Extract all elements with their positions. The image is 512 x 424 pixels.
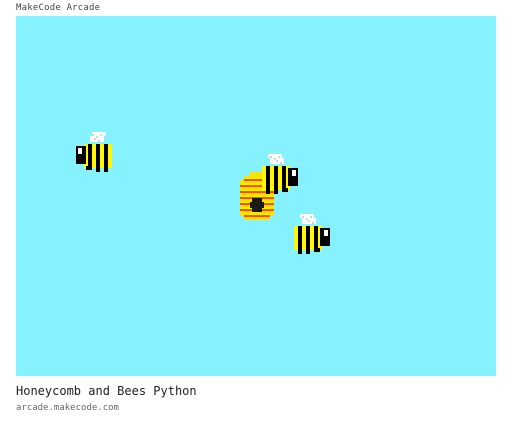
bee-body bbox=[294, 226, 330, 254]
bee-wing bbox=[268, 154, 284, 164]
bee-wing bbox=[300, 214, 316, 224]
bee-body bbox=[262, 166, 298, 194]
game-url[interactable]: arcade.makecode.com bbox=[16, 403, 119, 413]
bee-sprite bbox=[76, 132, 112, 172]
bee-body bbox=[76, 144, 112, 172]
bee-wing bbox=[90, 132, 106, 142]
app-title: MakeCode Arcade bbox=[16, 3, 101, 13]
game-screen[interactable] bbox=[16, 16, 496, 376]
bee-sprite bbox=[294, 214, 330, 254]
game-name: Honeycomb and Bees Python bbox=[16, 384, 197, 398]
bee-sprite bbox=[262, 154, 298, 194]
hive-entrance bbox=[250, 198, 264, 212]
